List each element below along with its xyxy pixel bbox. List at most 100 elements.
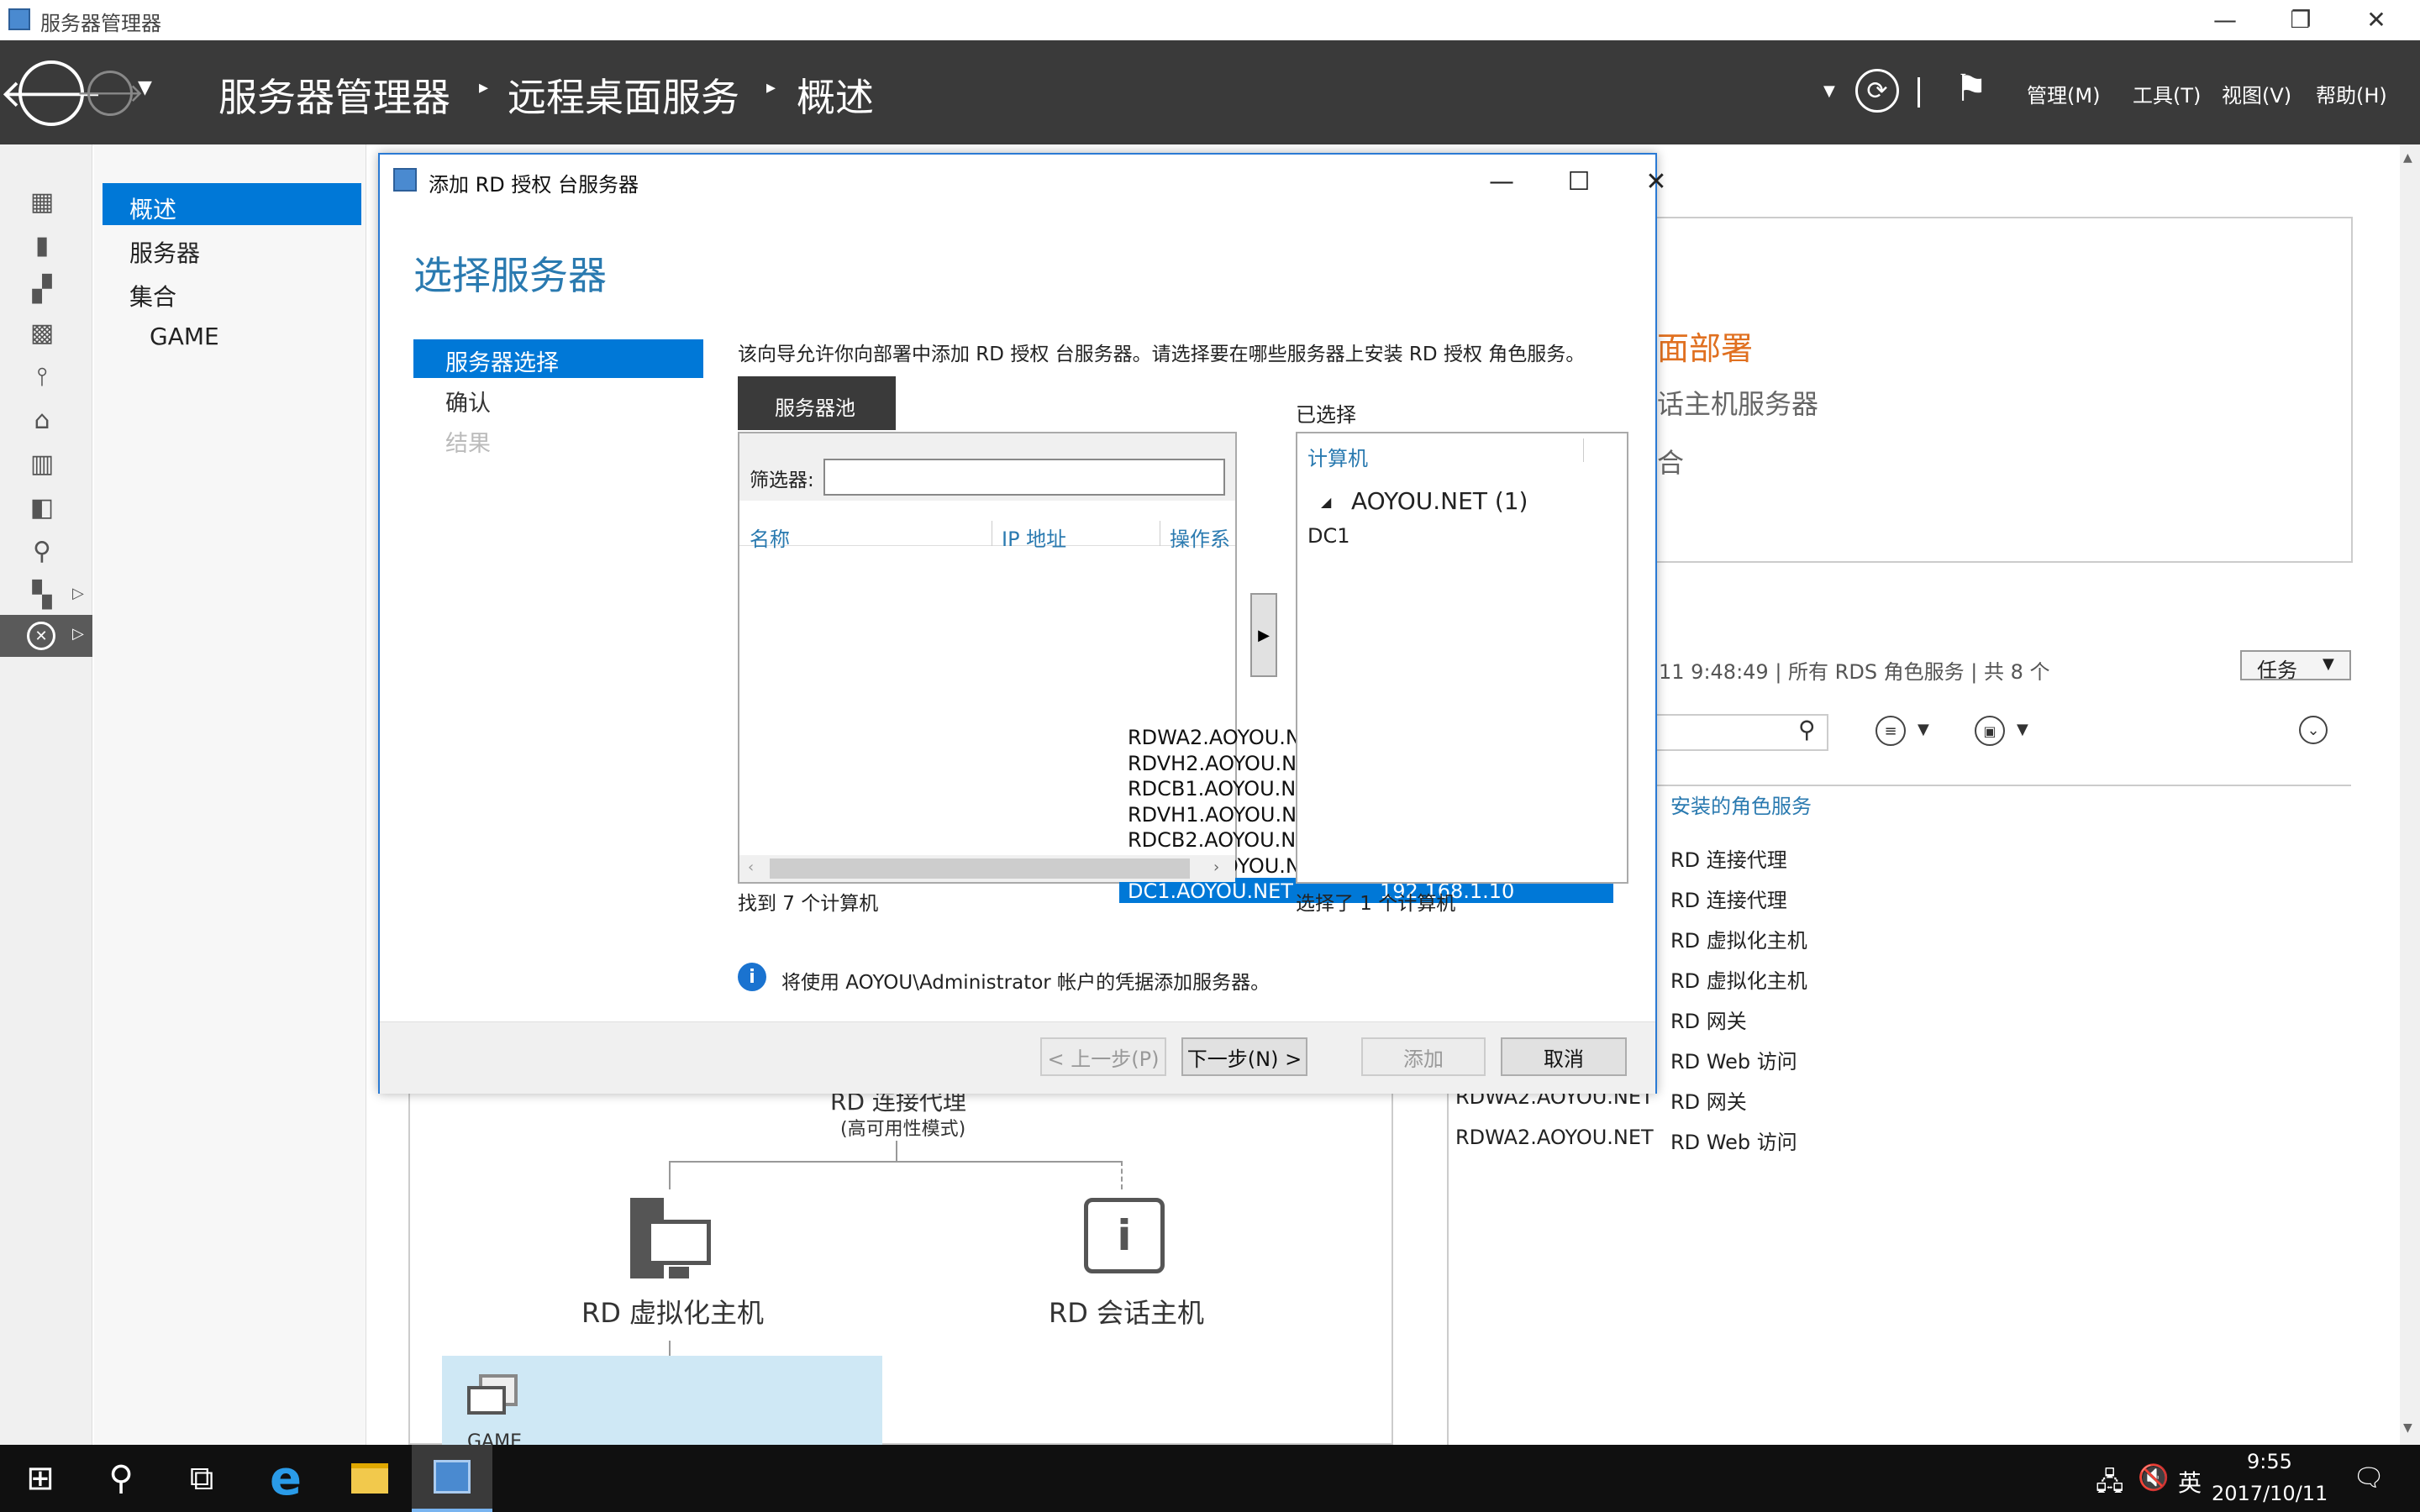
- clock-time[interactable]: 9:55: [2247, 1450, 2292, 1473]
- server-name: RDVH2.AOYOU.NET: [1128, 751, 1322, 775]
- dialog-minimize-button[interactable]: —: [1464, 161, 1539, 202]
- filter-input[interactable]: [823, 459, 1225, 496]
- npas-icon[interactable]: ▚: [25, 578, 59, 612]
- step-server-selection[interactable]: 服务器选择: [413, 339, 703, 378]
- refresh-icon[interactable]: ⟳: [1855, 69, 1899, 113]
- network-icon[interactable]: 🖧: [2096, 1463, 2123, 1506]
- collection-name-partial: GAME: [467, 1433, 522, 1445]
- table-header: [739, 512, 1235, 546]
- column-header-ip[interactable]: IP 地址: [1002, 522, 1066, 552]
- session-host-icon: i: [1084, 1198, 1165, 1273]
- next-button[interactable]: 下一步(N) >: [1181, 1037, 1307, 1076]
- list-options-icon[interactable]: ≡: [1876, 716, 1906, 746]
- menu-help[interactable]: 帮助(H): [2316, 79, 2387, 108]
- diagram-label-session-host: RD 会话主机: [1049, 1297, 1205, 1329]
- close-button[interactable]: ✕: [2339, 0, 2413, 39]
- menu-tools[interactable]: 工具(T): [2133, 79, 2201, 108]
- server-name: RDCB2.AOYOU.NET: [1128, 828, 1322, 852]
- selected-column-header[interactable]: 计算机: [1307, 442, 1368, 471]
- tasks-label: 任务: [2257, 659, 2297, 682]
- file-explorer-icon[interactable]: [351, 1463, 388, 1494]
- nav-item-overview[interactable]: 概述: [103, 183, 361, 225]
- column-header-os[interactable]: 操作系: [1170, 522, 1235, 552]
- menu-view[interactable]: 视图(V): [2222, 79, 2291, 108]
- action-center-icon[interactable]: 🗨: [2353, 1463, 2385, 1493]
- task-view-icon[interactable]: ⧉: [161, 1445, 242, 1512]
- breadcrumb-rds[interactable]: 远程桌面服务: [508, 67, 739, 123]
- filter-label: 筛选器:: [750, 470, 814, 491]
- dns-icon[interactable]: ▥: [25, 447, 59, 480]
- search-icon[interactable]: ⚲: [81, 1445, 161, 1512]
- server-name: RDCB1.AOYOU.NET: [1128, 777, 1322, 801]
- cancel-button[interactable]: 取消: [1501, 1037, 1627, 1076]
- breadcrumb-separator-icon: ▸: [766, 77, 776, 98]
- deployment-line-2: 合: [1657, 447, 1685, 479]
- nav-item-game[interactable]: GAME: [103, 314, 361, 356]
- column-header-roles[interactable]: 安装的角色服务: [1670, 790, 1812, 819]
- iis-icon[interactable]: ⚲: [25, 534, 59, 568]
- expand-arrow-icon[interactable]: ▷: [72, 625, 84, 643]
- deployment-line-1: 话主机服务器: [1657, 388, 1819, 420]
- all-servers-icon[interactable]: ▞: [25, 272, 59, 306]
- expand-collapse-icon[interactable]: ⌄: [2299, 716, 2328, 744]
- dialog-maximize-button[interactable]: ☐: [1541, 161, 1617, 202]
- restore-button[interactable]: ❐: [2264, 0, 2338, 39]
- internet-explorer-icon[interactable]: e: [245, 1445, 326, 1512]
- dashboard-icon[interactable]: ▦: [25, 185, 59, 218]
- diagram-label-virtualization-host: RD 虚拟化主机: [581, 1297, 765, 1329]
- breadcrumb-separator-icon: ▸: [479, 77, 489, 98]
- file-storage-icon[interactable]: ◧: [25, 491, 59, 524]
- role-service-name: RD Web 访问: [1670, 1131, 1797, 1154]
- back-button[interactable]: 🡐: [0, 60, 103, 126]
- search-icon[interactable]: ⚲: [1798, 716, 1816, 743]
- diagram-label-ha-mode: (高可用性模式): [840, 1119, 966, 1140]
- role-service-name: RD Web 访问: [1670, 1050, 1797, 1074]
- step-confirmation[interactable]: 确认: [413, 380, 703, 418]
- window-title-bar: 服务器管理器 — ❐ ✕: [0, 0, 2420, 40]
- breadcrumb-server-manager[interactable]: 服务器管理器: [218, 67, 450, 123]
- window-title: 服务器管理器: [40, 12, 161, 35]
- horizontal-scrollbar[interactable]: ‹ ›: [739, 855, 1235, 882]
- selected-server-dc1[interactable]: DC1: [1307, 524, 1350, 548]
- chevron-down-icon[interactable]: ▼: [1918, 721, 1929, 738]
- ime-indicator[interactable]: 英: [2178, 1465, 2202, 1499]
- history-dropdown-icon[interactable]: ▼: [138, 77, 152, 98]
- diagram-connector: [896, 1141, 897, 1163]
- menu-manage[interactable]: 管理(M): [2027, 79, 2100, 108]
- tasks-dropdown[interactable]: 任务 ▼: [2240, 650, 2351, 682]
- role-service-name: RD 连接代理: [1670, 848, 1787, 872]
- server-name: DC1.AOYOU.NET: [1128, 879, 1293, 903]
- notifications-flag-icon[interactable]: ⚑: [1954, 67, 1987, 110]
- volume-muted-icon[interactable]: 🔇: [2138, 1463, 2169, 1493]
- dropdown-icon[interactable]: ▼: [1823, 82, 1835, 100]
- local-server-icon[interactable]: ▮: [25, 228, 59, 262]
- nav-item-collections[interactable]: 集合: [103, 270, 361, 312]
- forward-button[interactable]: 🡒: [76, 71, 144, 116]
- main-vertical-scrollbar[interactable]: ▲ ▼: [2400, 144, 2420, 1445]
- expand-arrow-icon[interactable]: ▷: [72, 585, 84, 602]
- deployment-title: 面部署: [1657, 330, 1754, 367]
- dialog-description: 该向导允许你向部署中添加 RD 授权 台服务器。请选择要在哪些服务器上安装 RD…: [738, 344, 1586, 365]
- add-button[interactable]: 添加: [1361, 1037, 1486, 1076]
- server-name: RDVH1.AOYOU.NET: [1128, 802, 1322, 827]
- save-query-icon[interactable]: ▣: [1975, 716, 2005, 746]
- ad-ds-icon[interactable]: ▩: [25, 316, 59, 349]
- info-icon: i: [738, 963, 766, 991]
- ad-lds-icon[interactable]: ⫯: [25, 360, 59, 393]
- selected-group: AOYOU.NET (1): [1351, 487, 1528, 515]
- virtualization-host-icon: [630, 1198, 711, 1278]
- previous-button[interactable]: < 上一步(P): [1040, 1037, 1166, 1076]
- dialog-close-button[interactable]: ✕: [1618, 161, 1694, 202]
- collapse-group-icon[interactable]: ◢: [1321, 494, 1331, 510]
- minimize-button[interactable]: —: [2188, 0, 2262, 39]
- nav-item-servers[interactable]: 服务器: [103, 227, 361, 269]
- server-pool-tab[interactable]: 服务器池: [738, 376, 896, 430]
- add-to-selection-button[interactable]: ▶: [1250, 593, 1277, 677]
- chevron-down-icon[interactable]: ▼: [2017, 721, 2028, 738]
- column-header-name[interactable]: 名称: [750, 522, 790, 552]
- role-service-name: RD 网关: [1670, 1010, 1747, 1033]
- found-count: 找到 7 个计算机: [738, 893, 879, 915]
- dhcp-icon[interactable]: ⌂: [25, 403, 59, 437]
- start-windows-icon[interactable]: ⊞: [0, 1445, 81, 1512]
- clock-date[interactable]: 2017/10/11: [2212, 1482, 2328, 1505]
